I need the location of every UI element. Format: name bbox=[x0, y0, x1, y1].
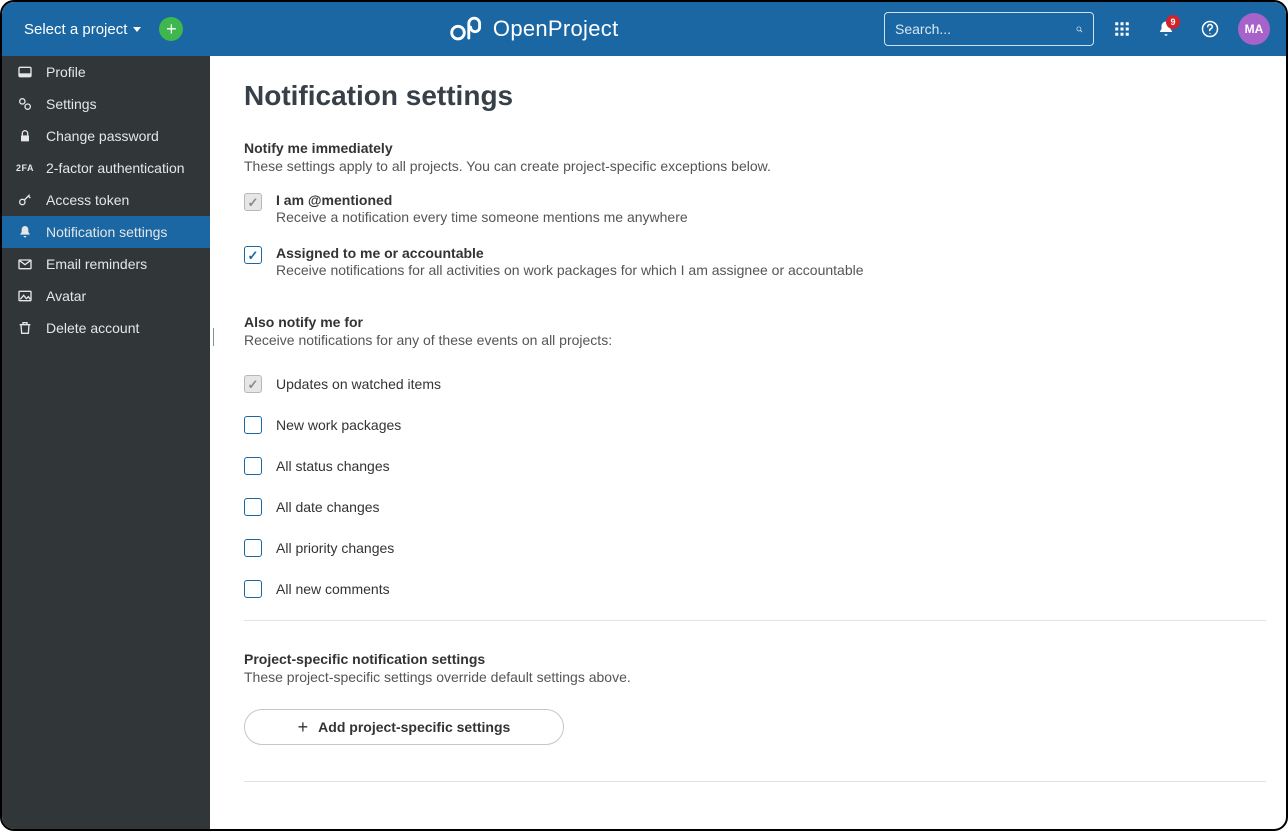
sidebar-item-label: Change password bbox=[46, 128, 159, 144]
also-row-comments: All new comments bbox=[244, 579, 1266, 598]
image-icon bbox=[16, 288, 34, 304]
gear-icon bbox=[16, 96, 34, 112]
project-selector[interactable]: Select a project bbox=[18, 17, 147, 42]
add-button-label: Add project-specific settings bbox=[318, 719, 510, 735]
project-specific-desc: These project-specific settings override… bbox=[244, 669, 1266, 685]
bell-icon bbox=[16, 224, 34, 240]
priority-checkbox[interactable] bbox=[244, 539, 262, 557]
also-row-priority: All priority changes bbox=[244, 538, 1266, 557]
sidebar-item-label: Email reminders bbox=[46, 256, 147, 272]
app-logo: OpenProject bbox=[449, 16, 619, 42]
comments-checkbox[interactable] bbox=[244, 580, 262, 598]
main-content: Notification settings Notify me immediat… bbox=[210, 56, 1286, 829]
sidebar-item-label: 2-factor authentication bbox=[46, 160, 185, 176]
modules-button[interactable] bbox=[1106, 13, 1138, 45]
also-row-new-wp: New work packages bbox=[244, 415, 1266, 434]
mentioned-label: I am @mentioned bbox=[276, 192, 688, 208]
sidebar-item-label: Delete account bbox=[46, 320, 139, 336]
avatar-initials: MA bbox=[1245, 22, 1264, 36]
page-title: Notification settings bbox=[244, 80, 1266, 112]
chevron-down-icon bbox=[133, 27, 141, 32]
mentioned-sublabel: Receive a notification every time someon… bbox=[276, 209, 688, 225]
mentioned-row: I am @mentioned Receive a notification e… bbox=[244, 192, 1266, 225]
sidebar-item-label: Access token bbox=[46, 192, 129, 208]
sidebar-item-label: Profile bbox=[46, 64, 86, 80]
sidebar-item-avatar[interactable]: Avatar bbox=[2, 280, 210, 312]
sidebar-item-settings[interactable]: Settings bbox=[2, 88, 210, 120]
also-row-watched: Updates on watched items bbox=[244, 374, 1266, 393]
divider bbox=[244, 620, 1266, 621]
assigned-sublabel: Receive notifications for all activities… bbox=[276, 262, 864, 278]
assigned-row: Assigned to me or accountable Receive no… bbox=[244, 245, 1266, 278]
sidebar-item-label: Avatar bbox=[46, 288, 86, 304]
app-logo-text: OpenProject bbox=[493, 16, 619, 42]
assigned-label: Assigned to me or accountable bbox=[276, 245, 864, 261]
sidebar-item-label: Notification settings bbox=[46, 224, 167, 240]
lock-icon bbox=[16, 128, 34, 144]
notify-immediately-title: Notify me immediately bbox=[244, 140, 1266, 156]
project-specific-title: Project-specific notification settings bbox=[244, 651, 1266, 667]
sidebar-item-email-reminders[interactable]: Email reminders bbox=[2, 248, 210, 280]
trash-icon bbox=[16, 320, 34, 336]
help-icon bbox=[1201, 20, 1219, 38]
status-checkbox[interactable] bbox=[244, 457, 262, 475]
also-notify-desc: Receive notifications for any of these e… bbox=[244, 332, 1266, 348]
also-label: New work packages bbox=[276, 417, 401, 433]
profile-icon bbox=[16, 64, 34, 80]
openproject-logo-icon bbox=[449, 16, 485, 42]
also-row-date: All date changes bbox=[244, 497, 1266, 516]
key-icon bbox=[16, 192, 34, 208]
also-label: All status changes bbox=[276, 458, 390, 474]
also-notify-title: Also notify me for bbox=[244, 314, 1266, 330]
email-icon bbox=[16, 256, 34, 272]
search-box[interactable] bbox=[884, 12, 1094, 46]
also-label: All date changes bbox=[276, 499, 380, 515]
new-wp-checkbox[interactable] bbox=[244, 416, 262, 434]
notification-badge: 9 bbox=[1166, 15, 1180, 29]
also-row-status: All status changes bbox=[244, 456, 1266, 475]
project-selector-label: Select a project bbox=[24, 21, 127, 38]
mentioned-checkbox bbox=[244, 193, 262, 211]
help-button[interactable] bbox=[1194, 13, 1226, 45]
date-checkbox[interactable] bbox=[244, 498, 262, 516]
sidebar-item-access-token[interactable]: Access token bbox=[2, 184, 210, 216]
top-bar: Select a project + OpenProject 9 MA bbox=[2, 2, 1286, 56]
grid-icon bbox=[1113, 20, 1131, 38]
add-button[interactable]: + bbox=[159, 17, 183, 41]
also-label: All priority changes bbox=[276, 540, 394, 556]
assigned-checkbox[interactable] bbox=[244, 246, 262, 264]
watched-checkbox bbox=[244, 375, 262, 393]
search-icon bbox=[1076, 21, 1083, 38]
sidebar-item-delete-account[interactable]: Delete account bbox=[2, 312, 210, 344]
notify-immediately-desc: These settings apply to all projects. Yo… bbox=[244, 158, 1266, 174]
user-avatar[interactable]: MA bbox=[1238, 13, 1270, 45]
also-label: All new comments bbox=[276, 581, 390, 597]
divider bbox=[244, 781, 1266, 782]
sidebar-item-label: Settings bbox=[46, 96, 97, 112]
sidebar-item-2fa[interactable]: 2FA 2-factor authentication bbox=[2, 152, 210, 184]
plus-icon: + bbox=[298, 718, 309, 736]
two-factor-icon: 2FA bbox=[16, 163, 34, 173]
search-input[interactable] bbox=[895, 21, 1076, 37]
add-project-settings-button[interactable]: + Add project-specific settings bbox=[244, 709, 564, 745]
sidebar-item-profile[interactable]: Profile bbox=[2, 56, 210, 88]
sidebar-item-notification-settings[interactable]: Notification settings bbox=[2, 216, 210, 248]
also-label: Updates on watched items bbox=[276, 376, 441, 392]
sidebar-item-change-password[interactable]: Change password bbox=[2, 120, 210, 152]
notifications-button[interactable]: 9 bbox=[1150, 13, 1182, 45]
sidebar: Profile Settings Change password 2FA 2-f… bbox=[2, 56, 210, 829]
